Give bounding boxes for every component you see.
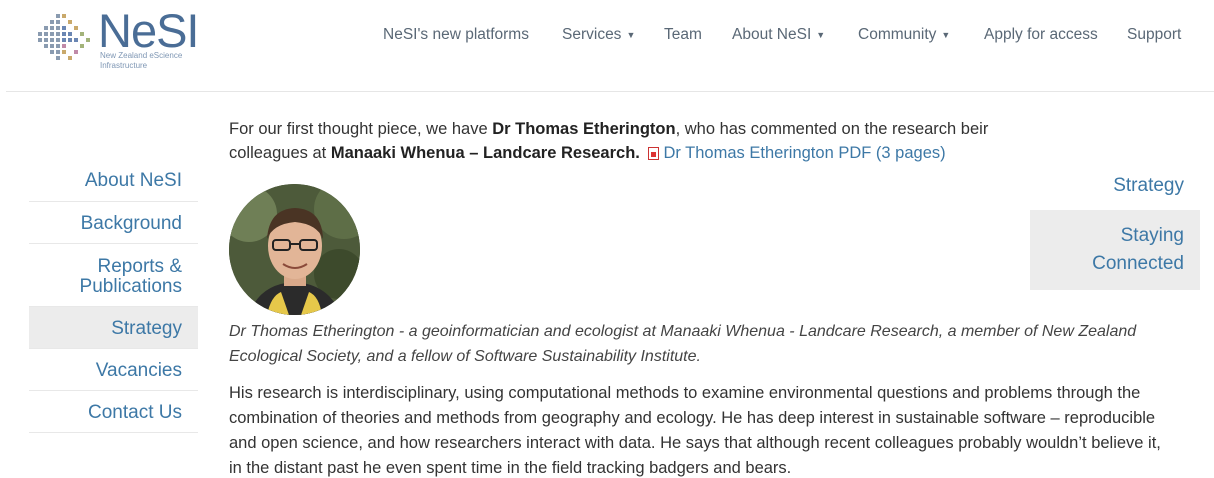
intro-text: colleagues at	[229, 144, 331, 162]
bio-paragraph: His research is interdisciplinary, using…	[229, 384, 1161, 477]
portrait-image	[229, 184, 360, 315]
intro-text: , who has commented on the research beir	[675, 120, 989, 138]
sidebar-item-label-line1: Staying	[1120, 225, 1184, 246]
sidebar-item-label-line2: Publications	[79, 276, 182, 297]
header-divider	[6, 91, 1214, 92]
pdf-icon	[648, 147, 660, 160]
sidebar-item-contact-us[interactable]: Contact Us	[29, 391, 198, 433]
logo-subtitle: New Zealand eScience Infrastructure	[100, 51, 210, 71]
sidebar-item-staying-connected[interactable]: Staying Connected	[1030, 210, 1200, 290]
nav-item-label: Apply for access	[984, 26, 1098, 43]
nav-item-services[interactable]: Services ▼	[562, 26, 635, 44]
sidebar-item-label: About NeSI	[84, 170, 182, 191]
text-fade-overlay	[1025, 110, 1214, 140]
sidebar-item-label-line2: Connected	[1092, 253, 1184, 274]
pdf-link[interactable]: Dr Thomas Etherington PDF (3 pages)	[663, 144, 945, 162]
intro-text: For our first thought piece, we have	[229, 120, 493, 138]
sidebar-item-about-nesi[interactable]: About NeSI	[29, 160, 198, 202]
nav-item-label: Services	[562, 26, 622, 43]
nav-item-new-platforms[interactable]: NeSI's new platforms	[383, 26, 529, 44]
nav-item-about-nesi[interactable]: About NeSI ▼	[732, 26, 825, 44]
sidebar-item-vacancies[interactable]: Vacancies	[29, 349, 198, 391]
sidebar-item-label: Strategy	[1113, 175, 1184, 196]
sidebar-item-label: Strategy	[111, 318, 182, 339]
left-sidebar: About NeSI Background Reports & Publicat…	[29, 160, 198, 433]
nav-item-apply-for-access[interactable]: Apply for access	[984, 26, 1098, 44]
sidebar-item-label-line1: Reports &	[97, 256, 182, 277]
intro-name: Dr Thomas Etherington	[492, 120, 676, 138]
sidebar-item-reports-publications[interactable]: Reports & Publications	[29, 244, 198, 307]
nav-item-label: Support	[1127, 26, 1182, 43]
nav-item-team[interactable]: Team	[664, 26, 702, 44]
nav-item-label: NeSI's new platforms	[383, 26, 529, 43]
nav-item-label: About NeSI	[732, 26, 812, 43]
nav-item-community[interactable]: Community ▼	[858, 26, 950, 44]
caret-down-icon: ▼	[626, 30, 636, 40]
nav-item-label: Community	[858, 26, 937, 43]
caret-down-icon: ▼	[816, 30, 826, 40]
page: NeSI New Zealand eScience Infrastructure…	[0, 0, 1214, 478]
caret-down-icon: ▼	[941, 30, 951, 40]
sidebar-item-label: Background	[80, 213, 182, 234]
avatar	[229, 184, 360, 315]
logo-subtitle-line2: Infrastructure	[100, 61, 148, 70]
sidebar-item-label: Vacancies	[95, 360, 182, 381]
sidebar-item-strategy[interactable]: Strategy	[29, 307, 198, 349]
sidebar-item-label: Contact Us	[88, 402, 182, 423]
intro-org: Manaaki Whenua – Landcare Research.	[330, 144, 640, 162]
intro-paragraph: For our first thought piece, we have Dr …	[229, 117, 1029, 165]
nav-item-label: Team	[664, 26, 702, 43]
logo-subtitle-line1: New Zealand eScience	[100, 51, 183, 60]
sidebar-item-strategy-right[interactable]: Strategy	[1030, 170, 1200, 210]
right-sidebar: Strategy Staying Connected	[1030, 170, 1200, 290]
sidebar-item-background[interactable]: Background	[29, 202, 198, 244]
photo-caption: Dr Thomas Etherington - a geoinformatici…	[229, 323, 1137, 365]
top-nav: NeSI's new platforms Services ▼ Team Abou…	[0, 26, 1214, 48]
nav-item-support[interactable]: Support	[1127, 26, 1181, 44]
